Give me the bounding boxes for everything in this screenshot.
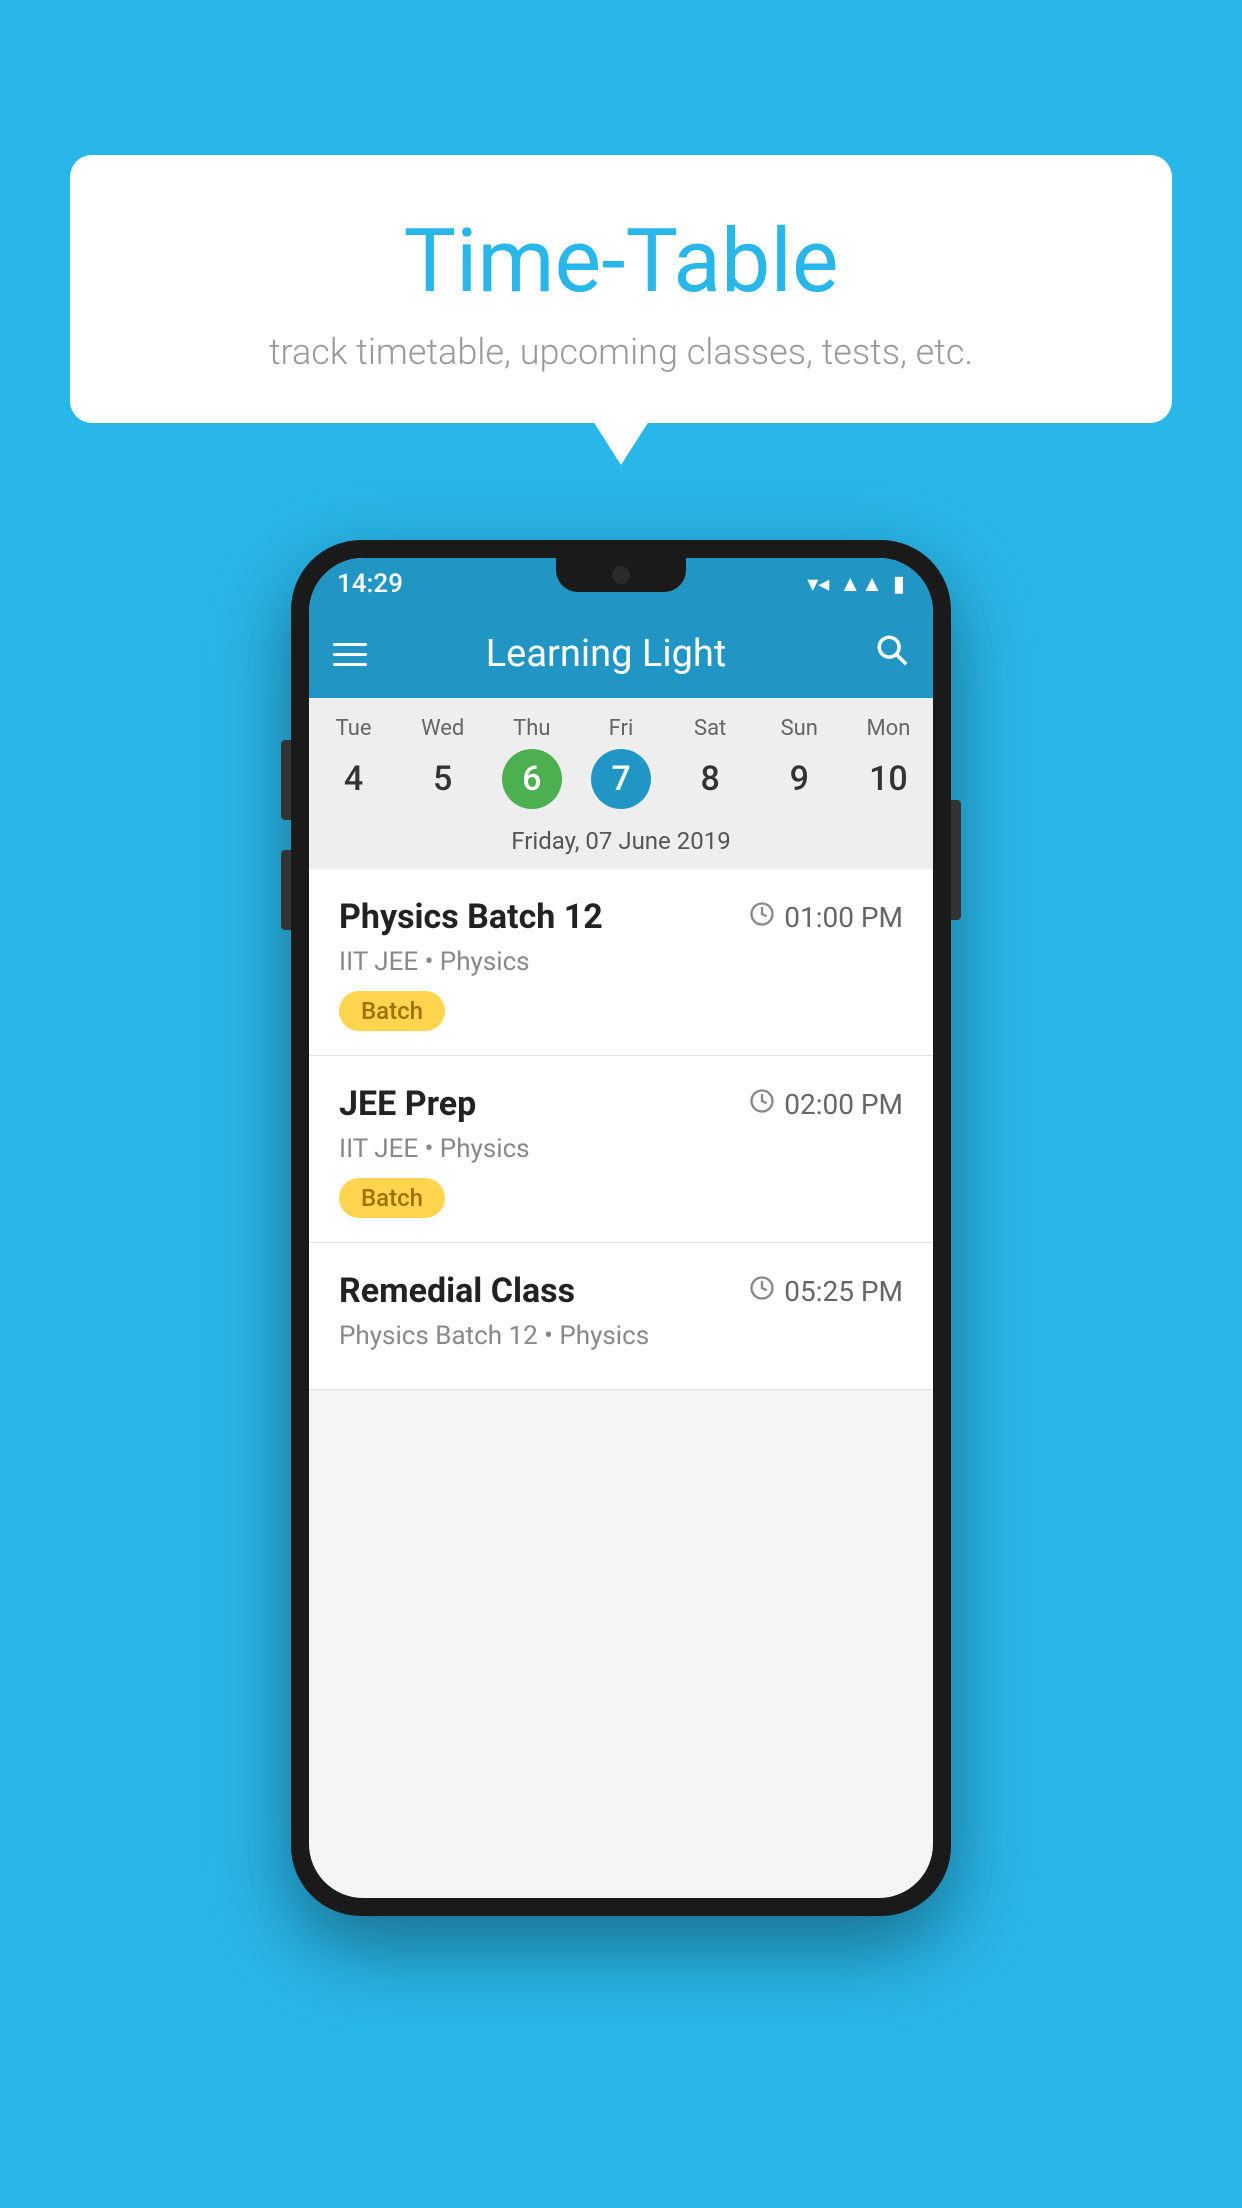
- volume-up-button: [281, 740, 291, 820]
- power-button: [951, 800, 961, 920]
- calendar-day-4[interactable]: Tue 4: [309, 716, 398, 809]
- day-number: 7: [591, 749, 651, 809]
- day-name: Wed: [421, 716, 464, 741]
- item-header: Physics Batch 12 01:00 PM: [339, 897, 903, 937]
- batch-badge: Batch: [339, 991, 445, 1031]
- selected-date-label: Friday, 07 June 2019: [309, 817, 933, 869]
- day-number: 6: [502, 749, 562, 809]
- schedule-list: Physics Batch 12 01:00 PM IIT JEE • Phys…: [309, 869, 933, 1390]
- bubble-subtitle: track timetable, upcoming classes, tests…: [130, 331, 1112, 373]
- item-meta: Physics Batch 12 • Physics: [339, 1321, 903, 1351]
- item-time: 05:25 PM: [748, 1274, 903, 1309]
- phone-screen: 14:29 ▾◂ ▲▲ ▮ Learning Light: [309, 558, 933, 1898]
- clock-icon: [748, 1274, 776, 1309]
- speech-bubble: Time-Table track timetable, upcoming cla…: [70, 155, 1172, 423]
- calendar-day-9[interactable]: Sun 9: [755, 716, 844, 809]
- signal-icon: ▲▲: [839, 571, 883, 597]
- item-header: Remedial Class 05:25 PM: [339, 1271, 903, 1311]
- day-name: Sun: [781, 716, 818, 741]
- item-name: Remedial Class: [339, 1271, 575, 1311]
- day-name: Thu: [513, 716, 550, 741]
- calendar-day-8[interactable]: Sat 8: [666, 716, 755, 809]
- day-number: 10: [858, 749, 918, 809]
- day-name: Tue: [336, 716, 372, 741]
- schedule-item-0[interactable]: Physics Batch 12 01:00 PM IIT JEE • Phys…: [309, 869, 933, 1056]
- time-value: 01:00 PM: [784, 901, 903, 934]
- schedule-item-2[interactable]: Remedial Class 05:25 PM Physics Batch 12…: [309, 1243, 933, 1390]
- app-bar: Learning Light: [309, 610, 933, 698]
- phone-notch: [556, 558, 686, 592]
- battery-icon: ▮: [893, 572, 905, 597]
- wifi-icon: ▾◂: [807, 572, 829, 597]
- calendar-day-6[interactable]: Thu 6: [487, 716, 576, 809]
- calendar-section: Tue 4 Wed 5 Thu 6 Fri 7 Sat 8 Sun 9 Mon 10 Friday, 07…: [309, 698, 933, 869]
- day-number: 8: [680, 749, 740, 809]
- phone-mockup: 14:29 ▾◂ ▲▲ ▮ Learning Light: [291, 540, 951, 1916]
- clock-icon: [748, 1087, 776, 1122]
- day-number: 5: [413, 749, 473, 809]
- app-title: Learning Light: [337, 632, 875, 676]
- bubble-title: Time-Table: [130, 210, 1112, 313]
- item-name: JEE Prep: [339, 1084, 476, 1124]
- item-time: 01:00 PM: [748, 900, 903, 935]
- batch-badge: Batch: [339, 1178, 445, 1218]
- calendar-days-row: Tue 4 Wed 5 Thu 6 Fri 7 Sat 8 Sun 9 Mon 10: [309, 698, 933, 817]
- day-name: Sat: [694, 716, 726, 741]
- time-value: 05:25 PM: [784, 1275, 903, 1308]
- phone-shell: 14:29 ▾◂ ▲▲ ▮ Learning Light: [291, 540, 951, 1916]
- search-button[interactable]: [875, 633, 909, 676]
- item-meta: IIT JEE • Physics: [339, 1134, 903, 1164]
- volume-down-button: [281, 850, 291, 930]
- calendar-day-5[interactable]: Wed 5: [398, 716, 487, 809]
- clock-icon: [748, 900, 776, 935]
- item-header: JEE Prep 02:00 PM: [339, 1084, 903, 1124]
- day-number: 9: [769, 749, 829, 809]
- item-time: 02:00 PM: [748, 1087, 903, 1122]
- speech-bubble-container: Time-Table track timetable, upcoming cla…: [70, 155, 1172, 423]
- calendar-day-7[interactable]: Fri 7: [576, 716, 665, 809]
- item-name: Physics Batch 12: [339, 897, 603, 937]
- front-camera: [612, 566, 630, 584]
- day-name: Fri: [609, 716, 634, 741]
- time-value: 02:00 PM: [784, 1088, 903, 1121]
- status-time: 14:29: [337, 569, 403, 599]
- day-name: Mon: [866, 716, 910, 741]
- calendar-day-10[interactable]: Mon 10: [844, 716, 933, 809]
- status-icons: ▾◂ ▲▲ ▮: [807, 571, 905, 597]
- item-meta: IIT JEE • Physics: [339, 947, 903, 977]
- day-number: 4: [324, 749, 384, 809]
- schedule-item-1[interactable]: JEE Prep 02:00 PM IIT JEE • Physics Batc…: [309, 1056, 933, 1243]
